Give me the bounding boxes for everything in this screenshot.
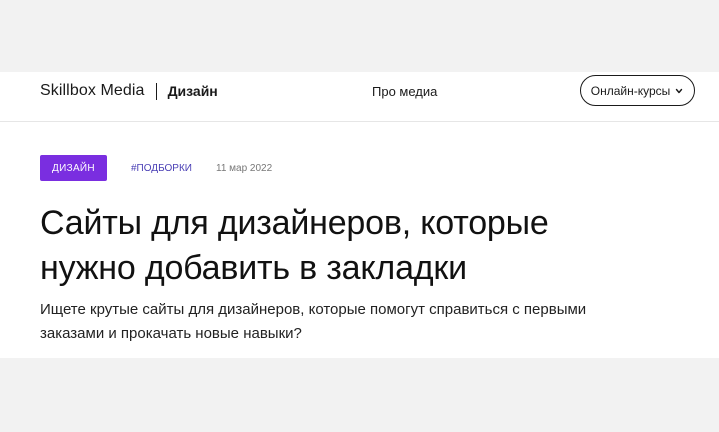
- bottom-background-band: [0, 358, 719, 432]
- article-lead-line-2: заказами и прокачать новые навыки?: [40, 325, 302, 342]
- article-title-line-1: Сайты для дизайнеров, которые: [40, 204, 549, 242]
- article-lead: Ищете крутые сайты для дизайнеров, котор…: [40, 298, 690, 346]
- top-background-band: [0, 0, 719, 72]
- article-lead-line-1: Ищете крутые сайты для дизайнеров, котор…: [40, 301, 587, 318]
- online-courses-label: Онлайн-курсы: [590, 83, 671, 98]
- publish-date: 11 мар 2022: [216, 162, 273, 174]
- site-logo[interactable]: Skillbox Media Дизайн: [40, 81, 218, 101]
- chevron-down-icon: [676, 88, 683, 93]
- section-name[interactable]: Дизайн: [168, 83, 218, 99]
- article-title: Сайты для дизайнеров, которые нужно доба…: [40, 201, 690, 291]
- logo-divider: [155, 82, 157, 100]
- tag-link[interactable]: #ПОДБОРКИ: [131, 163, 192, 174]
- nav-about-media-link[interactable]: Про медиа: [372, 84, 437, 99]
- brand-name[interactable]: Skillbox Media: [40, 82, 145, 100]
- article-header: ДИЗАЙН #ПОДБОРКИ 11 мар 2022 Сайты для д…: [0, 122, 719, 358]
- online-courses-button[interactable]: Онлайн-курсы: [580, 75, 695, 106]
- article-title-line-2: нужно добавить в закладки: [40, 249, 467, 287]
- article-meta: ДИЗАЙН #ПОДБОРКИ 11 мар 2022: [40, 155, 272, 181]
- site-header: Skillbox Media Дизайн Про медиа Онлайн-к…: [0, 72, 719, 122]
- category-badge[interactable]: ДИЗАЙН: [40, 155, 107, 181]
